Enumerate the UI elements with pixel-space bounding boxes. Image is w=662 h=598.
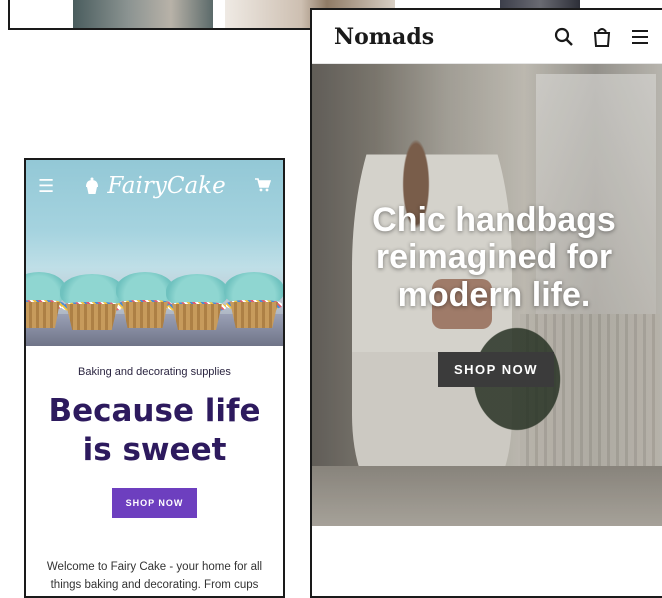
fairycake-shop-now-button[interactable]: SHOP NOW — [112, 488, 198, 518]
nomads-header: Nomads — [312, 10, 662, 64]
cart-icon[interactable] — [255, 178, 271, 195]
cupcake-icon — [83, 177, 101, 195]
strip-photo — [73, 0, 213, 28]
cupcake — [60, 250, 124, 330]
fairycake-header: ☰ FairyCake — [26, 160, 283, 212]
cupcake — [166, 252, 228, 330]
fairycake-phone-mockup: ☰ FairyCake Baking and decorating s — [24, 158, 285, 598]
fairycake-content: Baking and decorating supplies Because l… — [26, 346, 283, 598]
nomads-headline: Chic handbags reimagined for modern life… — [322, 202, 662, 314]
nomads-logo[interactable]: Nomads — [334, 24, 554, 50]
fairycake-logo[interactable]: FairyCake — [83, 173, 225, 199]
hamburger-menu-icon[interactable] — [630, 28, 650, 46]
cupcake — [224, 252, 283, 328]
shopping-bag-icon[interactable] — [592, 27, 612, 47]
fairycake-welcome-text: Welcome to Fairy Cake - your home for al… — [40, 558, 269, 598]
nomads-shop-now-button[interactable]: SHOP NOW — [438, 352, 554, 387]
fairycake-heading: Because life is sweet — [36, 392, 273, 470]
search-icon[interactable] — [554, 27, 574, 47]
fairycake-logo-text: FairyCake — [107, 173, 225, 199]
hamburger-menu-icon[interactable]: ☰ — [38, 177, 54, 195]
nomads-header-icons — [554, 27, 650, 47]
fairycake-tagline: Baking and decorating supplies — [36, 366, 273, 378]
nomads-phone-mockup: Nomads — [310, 8, 662, 598]
nomads-hero-image: Chic handbags reimagined for modern life… — [312, 64, 662, 526]
fairycake-hero-image: ☰ FairyCake — [26, 160, 283, 346]
